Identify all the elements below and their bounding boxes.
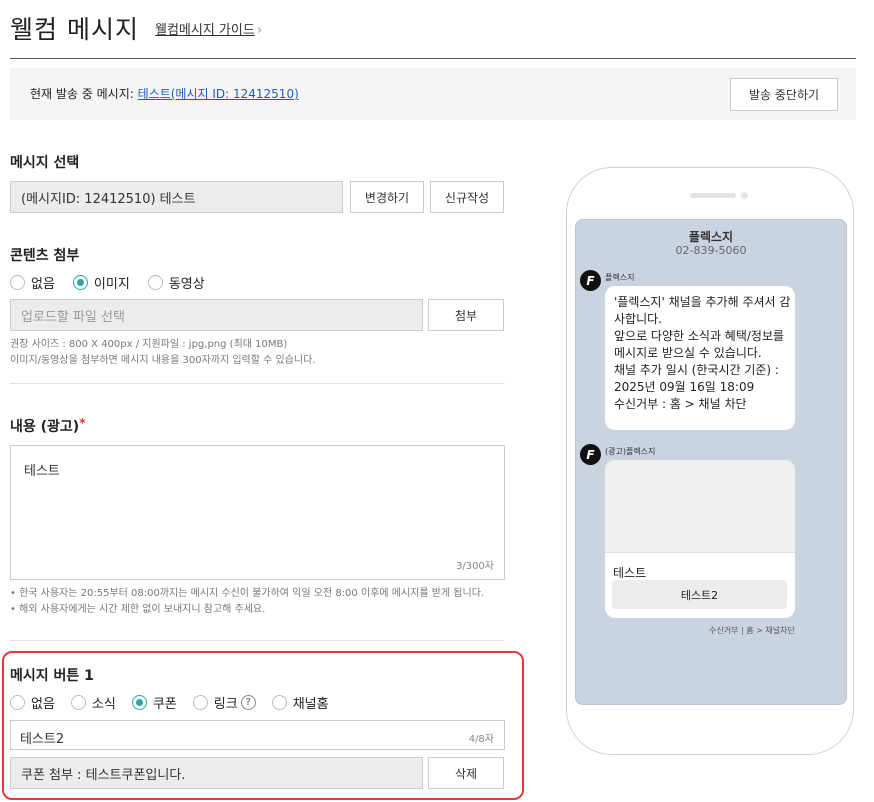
radio-image[interactable]: 이미지	[72, 273, 130, 292]
radio-circle	[271, 695, 287, 710]
section-divider	[10, 383, 505, 384]
welcome-line: 사합니다.	[614, 312, 662, 326]
button-type-radio-group: 없음 소식 쿠폰 링크? 채널홈	[10, 693, 329, 712]
radio-label: 쿠폰	[152, 697, 177, 712]
coupon-field[interactable]: 쿠폰 첨부 : 테스트쿠폰입니다.	[10, 757, 423, 789]
body-label: 내용 (광고)*	[10, 416, 86, 435]
card-title: 테스트	[613, 566, 647, 580]
welcome-line: 채널 추가 일시 (한국시간 기준) :	[614, 363, 779, 377]
card-action-button[interactable]: 테스트2	[612, 580, 787, 609]
chat-channel-phone: 02-839-5060	[675, 244, 747, 257]
radio-circle-selected	[72, 275, 88, 290]
sender-name: 플렉스지	[605, 273, 635, 282]
welcome-line: '플렉스지' 채널을 추가해 주셔서 감	[614, 295, 791, 309]
button-name-input[interactable]: 테스트2 4/8자	[10, 720, 505, 750]
body-note-line: • 해외 사용자에게는 시간 제한 없이 보내지니 참고해 주세요.	[10, 604, 266, 615]
radio-link[interactable]: 링크?	[192, 693, 256, 712]
welcome-line: 메시지로 받으실 수 있습니다.	[614, 346, 762, 360]
radio-label: 채널홈	[292, 697, 329, 712]
file-upload-field[interactable]: 업로드할 파일 선택	[10, 299, 423, 331]
radio-circle	[10, 275, 25, 290]
required-mark: *	[79, 416, 86, 430]
radio-label: 없음	[31, 277, 55, 292]
radio-circle	[10, 695, 25, 710]
attach-help-line: 권장 사이즈 : 800 X 400px / 지원파일 : jpg,png (최…	[10, 339, 288, 350]
content-attach-label: 콘텐츠 첨부	[10, 248, 80, 264]
chat-screen: 플렉스지 02-839-5060 F 플렉스지 '플렉스지' 채널을 추가해 주…	[575, 219, 847, 705]
status-text: 현재 발송 중 메시지: 테스트(메시지 ID: 12412510)	[30, 85, 299, 102]
chat-channel-name: 플렉스지	[688, 230, 734, 244]
radio-none[interactable]: 없음	[10, 273, 55, 292]
radio-circle-selected	[131, 695, 147, 710]
attach-help-line: 이미지/동영상을 첨부하면 메시지 내용을 300자까지 입력할 수 있습니다.	[10, 355, 316, 366]
body-char-counter: 3/300자	[455, 561, 494, 572]
radio-label: 소식	[91, 697, 116, 712]
radio-news[interactable]: 소식	[70, 693, 116, 712]
attach-help-text: 권장 사이즈 : 800 X 400px / 지원파일 : jpg,png (최…	[10, 337, 316, 369]
radio-label: 없음	[31, 697, 55, 712]
header-divider	[10, 58, 856, 59]
body-textarea[interactable]: 테스트 3/300자	[10, 445, 505, 580]
phone-speaker	[690, 193, 736, 198]
section-divider	[10, 640, 505, 641]
welcome-bubble: '플렉스지' 채널을 추가해 주셔서 감 사합니다. 앞으로 다양한 소식과 혜…	[605, 286, 795, 430]
radio-circle	[70, 695, 86, 710]
message-select-field[interactable]: (메시지ID: 12412510) 테스트	[10, 181, 343, 213]
radio-coupon[interactable]: 쿠폰	[131, 693, 177, 712]
phone-camera	[741, 192, 748, 199]
page-title: 웰컴 메시지	[10, 15, 139, 44]
button-name-counter: 4/8자	[468, 734, 494, 745]
welcome-line: 앞으로 다양한 소식과 혜택/정보를	[614, 329, 785, 343]
radio-label: 링크	[213, 697, 238, 712]
body-notes: • 한국 사용자는 20:55부터 08:00까지는 메시지 수신이 불가하여 …	[10, 586, 484, 618]
welcome-line: 2025년 09월 16일 18:09	[614, 380, 755, 394]
radio-label: 동영상	[168, 277, 205, 292]
attach-button[interactable]: 첨부	[428, 299, 504, 331]
button-name-value: 테스트2	[20, 732, 65, 747]
radio-circle	[147, 275, 163, 290]
status-label: 현재 발송 중 메시지:	[30, 87, 138, 101]
guide-link-label: 웰컴메시지 가이드	[155, 23, 255, 38]
new-message-button[interactable]: 신규작성	[430, 181, 504, 213]
radio-circle	[192, 695, 208, 710]
radio-none[interactable]: 없음	[10, 693, 55, 712]
current-message-link[interactable]: 테스트(메시지 ID: 12412510)	[138, 87, 299, 101]
help-icon[interactable]: ?	[240, 695, 256, 710]
delete-button[interactable]: 삭제	[428, 757, 504, 789]
radio-label: 이미지	[93, 277, 130, 292]
stop-sending-button[interactable]: 발송 중단하기	[730, 78, 838, 111]
content-type-radio-group: 없음 이미지 동영상	[10, 273, 205, 292]
radio-channel-home[interactable]: 채널홈	[271, 693, 329, 712]
change-message-button[interactable]: 변경하기	[350, 181, 424, 213]
sender-name: (광고)플렉스지	[605, 447, 656, 456]
optout-text: 수신거부 | 홈 > 채널차단	[709, 626, 795, 635]
body-text: 테스트	[24, 464, 60, 479]
message-select-label: 메시지 선택	[10, 155, 80, 171]
card-image-placeholder	[605, 460, 795, 553]
channel-profile-icon: F	[580, 444, 601, 465]
channel-profile-icon: F	[580, 270, 601, 291]
guide-link[interactable]: 웰컴메시지 가이드 ›	[155, 19, 262, 38]
phone-preview: 플렉스지 02-839-5060 F 플렉스지 '플렉스지' 채널을 추가해 주…	[566, 167, 854, 755]
welcome-line: 수신거부 : 홈 > 채널 차단	[614, 397, 747, 411]
status-bar: 현재 발송 중 메시지: 테스트(메시지 ID: 12412510) 발송 중단…	[10, 68, 856, 120]
button1-label: 메시지 버튼 1	[10, 668, 94, 684]
radio-video[interactable]: 동영상	[147, 273, 205, 292]
chevron-right-icon: ›	[256, 23, 263, 38]
body-note-line: • 한국 사용자는 20:55부터 08:00까지는 메시지 수신이 불가하여 …	[10, 588, 485, 599]
message-card: 테스트 테스트2	[605, 460, 795, 618]
